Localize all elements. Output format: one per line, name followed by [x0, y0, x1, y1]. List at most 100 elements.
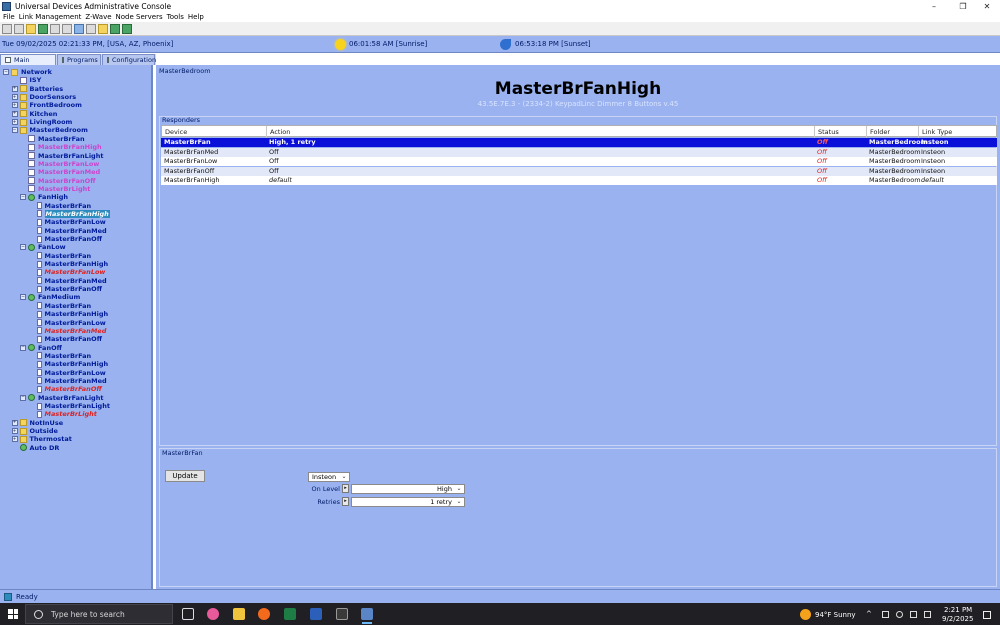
tree-item[interactable]: MasterBrFanHigh: [29, 360, 108, 368]
tree-item[interactable]: MasterBrFanLow: [29, 369, 106, 377]
expand-icon[interactable]: +: [11, 119, 18, 126]
refresh-icon[interactable]: [38, 23, 48, 34]
on-level-select[interactable]: High ⌄: [351, 484, 465, 494]
program-icon[interactable]: [122, 23, 132, 34]
tree-item[interactable]: + LivingRoom: [11, 118, 72, 126]
menu-node-servers[interactable]: Node Servers: [116, 13, 163, 21]
tree-item[interactable]: MasterBrFanMed: [29, 377, 107, 385]
windows-start-icon[interactable]: [8, 609, 18, 619]
expand-icon[interactable]: +: [11, 94, 18, 101]
topology-icon[interactable]: [86, 23, 96, 34]
retries-select[interactable]: 1 retry ⌄: [351, 497, 465, 507]
weather-text[interactable]: 94°F Sunny: [815, 611, 856, 619]
terminal-icon[interactable]: [336, 608, 348, 620]
col-status[interactable]: Status: [815, 126, 867, 138]
tree-item[interactable]: − MasterBrFanLight: [20, 394, 103, 402]
collapse-icon[interactable]: −: [20, 194, 26, 201]
tree-item[interactable]: MasterBrFanLight: [20, 152, 103, 160]
tree-item[interactable]: MasterBrFanLow: [29, 268, 105, 276]
minimize-button[interactable]: –: [921, 0, 947, 12]
collapse-icon[interactable]: −: [20, 344, 26, 351]
taskbar-search[interactable]: Type here to search: [25, 604, 173, 624]
protocol-select[interactable]: Insteon ⌄: [308, 472, 350, 482]
maximize-button[interactable]: ❐: [950, 0, 976, 12]
tree-item[interactable]: + DoorSensors: [11, 93, 76, 101]
link-icon[interactable]: [62, 23, 72, 34]
expand-icon[interactable]: +: [11, 85, 18, 92]
close-button[interactable]: ✕: [974, 0, 1000, 12]
collapse-icon[interactable]: −: [11, 127, 18, 134]
expand-icon[interactable]: +: [11, 110, 18, 117]
tree-item[interactable]: MasterBrFanHigh: [29, 209, 110, 218]
tree-item[interactable]: + Outside: [11, 427, 58, 435]
task-view-icon[interactable]: [182, 608, 194, 620]
tree-item[interactable]: MasterBrFanMed: [29, 227, 107, 235]
clock-date[interactable]: 9/2/2025: [942, 615, 973, 623]
expand-icon[interactable]: +: [11, 102, 18, 109]
table-row[interactable]: MasterBrFanMed Off Off MasterBedroom Insteon: [161, 147, 997, 157]
new-folder-icon[interactable]: [26, 23, 36, 34]
tree-item[interactable]: MasterBrFanOff: [20, 177, 95, 185]
weather-sun-icon[interactable]: [800, 609, 811, 620]
tree-item[interactable]: − MasterBedroom: [11, 126, 88, 134]
table-row[interactable]: MasterBrFanLow Off Off MasterBedroom Insteon: [161, 157, 997, 166]
tree-item[interactable]: MasterBrFanMed: [29, 327, 106, 335]
menu-link-management[interactable]: Link Management: [19, 13, 82, 21]
tree-item[interactable]: MasterBrFanHigh: [29, 260, 108, 268]
tree-item[interactable]: MasterBrFanOff: [29, 235, 102, 243]
collapse-all-icon[interactable]: [14, 23, 24, 34]
wifi-icon[interactable]: [910, 611, 917, 618]
tree-item[interactable]: + Kitchen: [11, 110, 57, 118]
col-device[interactable]: Device: [162, 126, 267, 138]
excel-icon[interactable]: [284, 608, 296, 620]
collapse-icon[interactable]: −: [20, 394, 26, 401]
tree-item[interactable]: MasterBrFan: [29, 202, 91, 210]
col-action[interactable]: Action: [267, 126, 815, 138]
file-explorer-icon[interactable]: [233, 608, 245, 620]
tree-item[interactable]: − FanHigh: [20, 193, 68, 201]
tree-item[interactable]: − FanLow: [20, 243, 66, 251]
expand-icon[interactable]: +: [11, 428, 18, 435]
word-icon[interactable]: [310, 608, 322, 620]
tree-item[interactable]: ISY: [12, 76, 41, 84]
camera-tray-icon[interactable]: [896, 611, 903, 618]
notes-icon[interactable]: [98, 23, 108, 34]
firefox-icon[interactable]: [258, 608, 270, 620]
isy-console-icon[interactable]: [361, 608, 373, 624]
tree-item[interactable]: − Network: [3, 68, 52, 76]
clock-time[interactable]: 2:21 PM: [944, 606, 972, 614]
tree-item[interactable]: MasterBrFan: [29, 252, 91, 260]
tree-item[interactable]: MasterBrLight: [29, 410, 97, 418]
volume-icon[interactable]: [924, 611, 931, 618]
tree-item[interactable]: MasterBrFanLow: [29, 319, 106, 327]
tree-item[interactable]: MasterBrFan: [29, 302, 91, 310]
collapse-icon[interactable]: −: [20, 244, 26, 251]
tray-overflow-icon[interactable]: ^: [866, 610, 872, 618]
tree-item[interactable]: MasterBrFanLow: [20, 160, 99, 168]
on-level-arrow-icon[interactable]: ▸: [342, 484, 349, 493]
tree-item[interactable]: + Batteries: [11, 85, 63, 93]
update-button[interactable]: Update: [165, 470, 205, 482]
tree-item[interactable]: MasterBrFanMed: [20, 168, 100, 176]
expand-icon[interactable]: +: [11, 419, 18, 426]
collapse-icon[interactable]: −: [20, 294, 26, 301]
network-icon[interactable]: [110, 23, 120, 34]
notification-icon[interactable]: [983, 611, 991, 619]
chart-icon[interactable]: [74, 23, 84, 34]
tab-main[interactable]: Main: [0, 54, 56, 65]
tree-item[interactable]: MasterBrFanOff: [29, 385, 102, 393]
tab-programs[interactable]: Programs: [57, 54, 101, 65]
table-row[interactable]: MasterBrFanOff Off Off MasterBedroom Insteon: [161, 166, 997, 176]
col-folder[interactable]: Folder: [867, 126, 919, 138]
tree-item[interactable]: MasterBrFanOff: [29, 285, 102, 293]
menu-file[interactable]: File: [3, 13, 15, 21]
tree-item[interactable]: MasterBrFan: [29, 352, 91, 360]
tree-item[interactable]: MasterBrLight: [20, 185, 90, 193]
tree-item[interactable]: MasterBrFanHigh: [29, 310, 108, 318]
tree-item[interactable]: MasterBrFanLight: [29, 402, 110, 410]
copilot-icon[interactable]: [207, 608, 219, 620]
table-row[interactable]: MasterBrFanHigh default Off MasterBedroom de…: [161, 176, 997, 185]
tab-configuration[interactable]: Configuration: [102, 54, 156, 65]
tree-item[interactable]: MasterBrFanOff: [29, 335, 102, 343]
tree-item[interactable]: − FanMedium: [20, 293, 80, 301]
